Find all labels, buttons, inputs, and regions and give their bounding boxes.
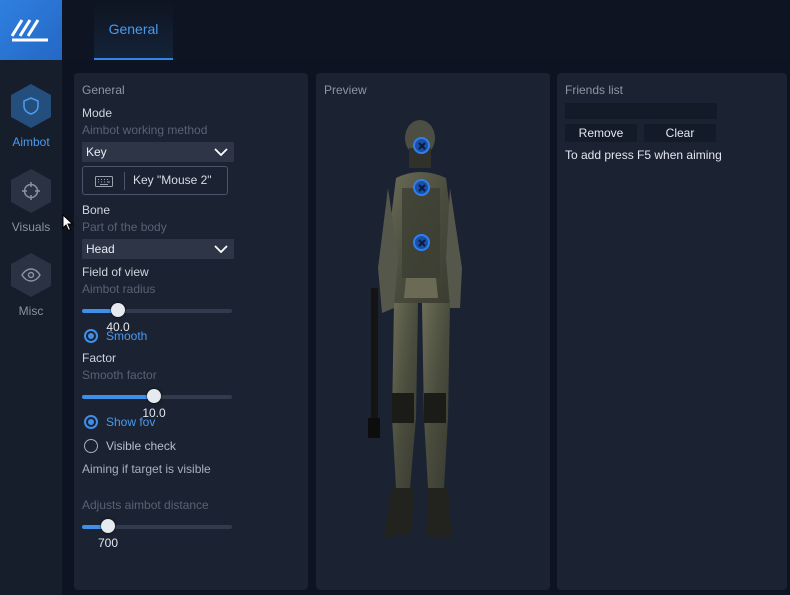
fov-slider[interactable]	[82, 303, 232, 317]
divider	[124, 172, 125, 190]
slider-knob[interactable]	[147, 389, 161, 403]
crosshair-icon	[11, 169, 51, 213]
sidebar-item-label: Aimbot	[12, 135, 50, 149]
clear-button[interactable]: Clear	[644, 124, 716, 142]
chevron-down-icon	[214, 148, 228, 156]
friend-name-input[interactable]	[565, 103, 717, 119]
panel-title: Preview	[324, 83, 367, 97]
visible-check-label[interactable]: Visible check	[106, 439, 176, 453]
shield-icon	[11, 84, 51, 128]
distance-slider[interactable]	[82, 519, 232, 533]
show-fov-radio[interactable]	[84, 415, 98, 429]
app-logo	[0, 0, 62, 60]
close-icon	[417, 141, 426, 150]
bone-dropdown[interactable]: Head	[82, 239, 234, 259]
smooth-radio[interactable]	[84, 329, 98, 343]
neck-bone-marker[interactable]	[413, 179, 430, 196]
sidebar-item-misc[interactable]: Misc	[0, 253, 62, 318]
chevron-down-icon	[214, 245, 228, 253]
factor-label: Factor	[82, 351, 117, 365]
friends-hint: To add press F5 when aiming	[565, 148, 722, 162]
chest-bone-marker[interactable]	[413, 234, 430, 251]
mode-label: Mode	[82, 106, 113, 120]
bone-value: Head	[86, 242, 115, 256]
mouse-cursor-icon	[62, 214, 74, 232]
distance-sub-label: Adjusts aimbot distance	[82, 498, 209, 512]
sidebar-item-visuals[interactable]: Visuals	[0, 169, 62, 234]
general-panel: General Mode Aimbot working method Key K…	[74, 73, 308, 590]
fov-sub-label: Aimbot radius	[82, 282, 156, 296]
eye-icon	[11, 253, 51, 297]
sidebar-item-label: Misc	[18, 304, 44, 318]
mode-dropdown[interactable]: Key	[82, 142, 234, 162]
factor-sub-label: Smooth factor	[82, 368, 157, 382]
close-icon	[417, 238, 426, 247]
close-icon	[417, 183, 426, 192]
visible-check-hint: Aiming if target is visible	[82, 462, 211, 476]
sidebar: Aimbot Visuals Misc	[0, 0, 62, 595]
visible-check-radio[interactable]	[84, 439, 98, 453]
preview-panel: Preview	[316, 73, 550, 590]
remove-button[interactable]: Remove	[565, 124, 637, 142]
key-bind-button[interactable]: Key "Mouse 2"	[82, 166, 228, 195]
fov-label: Field of view	[82, 265, 149, 279]
slider-knob[interactable]	[101, 519, 115, 533]
mode-value: Key	[86, 145, 107, 159]
bone-label: Bone	[82, 203, 111, 217]
panel-title: General	[82, 83, 125, 97]
factor-slider[interactable]	[82, 389, 232, 403]
smooth-label[interactable]: Smooth	[106, 329, 147, 343]
top-bar: General	[62, 0, 790, 60]
keyboard-icon	[95, 176, 113, 187]
mode-sub-label: Aimbot working method	[82, 123, 208, 137]
slider-fill	[82, 395, 154, 399]
bone-sub-label: Part of the body	[82, 220, 167, 234]
show-fov-label[interactable]: Show fov	[106, 415, 155, 429]
distance-value: 700	[97, 536, 119, 550]
tab-general[interactable]: General	[94, 0, 173, 60]
logo-icon	[10, 19, 48, 42]
key-bind-label: Key "Mouse 2"	[133, 173, 212, 187]
sidebar-item-aimbot[interactable]: Aimbot	[0, 84, 62, 149]
head-bone-marker[interactable]	[413, 137, 430, 154]
panel-title: Friends list	[565, 83, 624, 97]
slider-knob[interactable]	[111, 303, 125, 317]
friends-panel: Friends list Remove Clear To add press F…	[557, 73, 787, 590]
sidebar-item-label: Visuals	[11, 220, 51, 234]
